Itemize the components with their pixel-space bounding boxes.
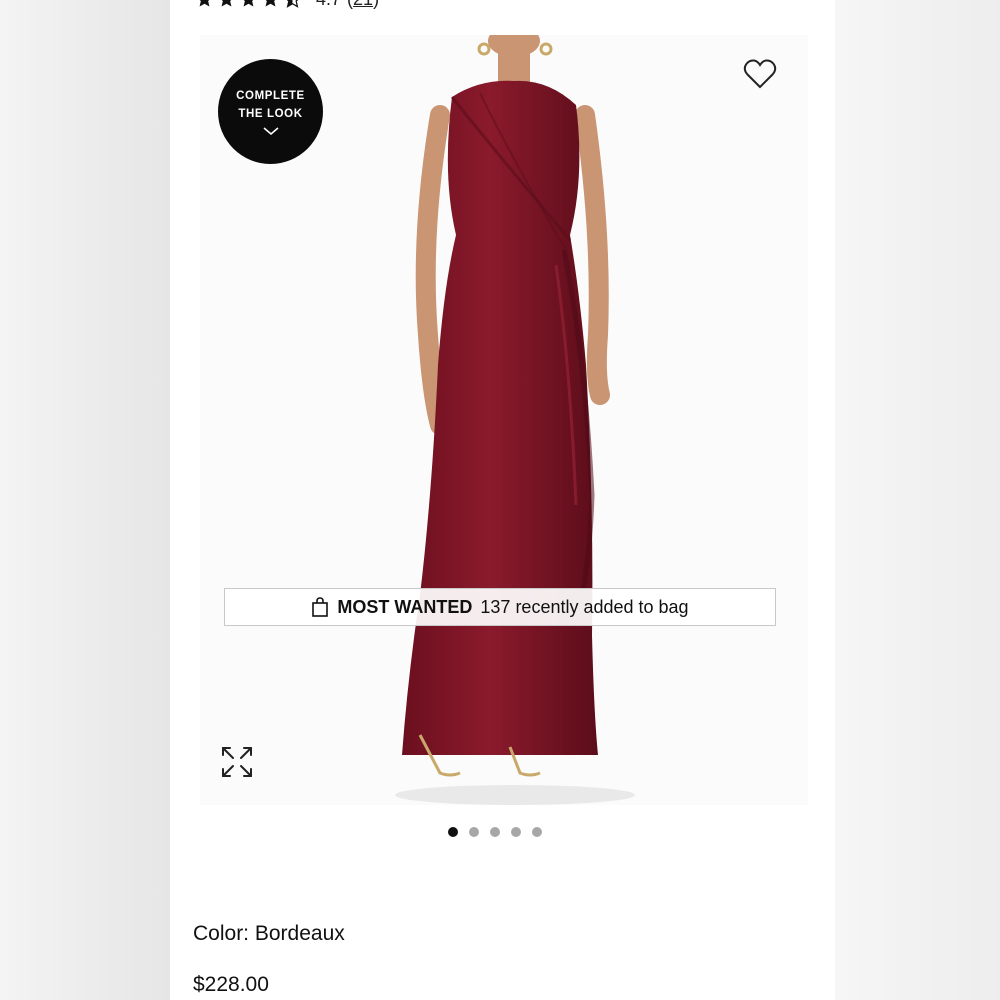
star-icon [265, 0, 276, 7]
product-price: $228.00 [193, 973, 269, 996]
half-star-icon [286, 0, 299, 8]
star-rating [195, 0, 302, 9]
carousel-dot[interactable] [511, 827, 521, 837]
carousel-dot[interactable] [532, 827, 542, 837]
color-value: Bordeaux [254, 922, 345, 945]
chevron-down-icon [262, 126, 279, 135]
rating-value: 4.7 [316, 0, 341, 10]
product-image-carousel[interactable]: COMPLETE THE LOOK [200, 35, 808, 805]
most-wanted-text: 137 recently added to bag [480, 596, 689, 617]
star-icon [221, 0, 232, 7]
color-info: Color: Bordeaux [193, 922, 345, 946]
carousel-dot[interactable] [490, 827, 500, 837]
star-icon [199, 0, 210, 7]
complete-look-line2: THE LOOK [238, 107, 303, 120]
star-icon [243, 0, 254, 7]
left-blur-backdrop [0, 0, 170, 1000]
complete-the-look-button[interactable]: COMPLETE THE LOOK [218, 59, 323, 164]
heart-icon[interactable] [742, 57, 778, 91]
most-wanted-label: MOST WANTED [337, 596, 473, 617]
product-photo-dress [395, 35, 635, 805]
rating-row: 4.7 (21) [195, 0, 379, 10]
carousel-dot[interactable] [469, 827, 479, 837]
expand-icon[interactable] [220, 745, 254, 779]
color-label: Color: [193, 922, 250, 945]
right-blur-backdrop [835, 0, 1000, 1000]
complete-look-line1: COMPLETE [236, 89, 305, 102]
carousel-dot[interactable] [448, 827, 458, 837]
product-page: 4.7 (21) [170, 0, 835, 1000]
carousel-pagination [448, 827, 542, 837]
review-count-link[interactable]: 21 [353, 0, 373, 9]
review-count[interactable]: (21) [347, 0, 379, 10]
most-wanted-banner: MOST WANTED 137 recently added to bag [224, 588, 776, 626]
shopping-bag-icon [312, 597, 329, 617]
